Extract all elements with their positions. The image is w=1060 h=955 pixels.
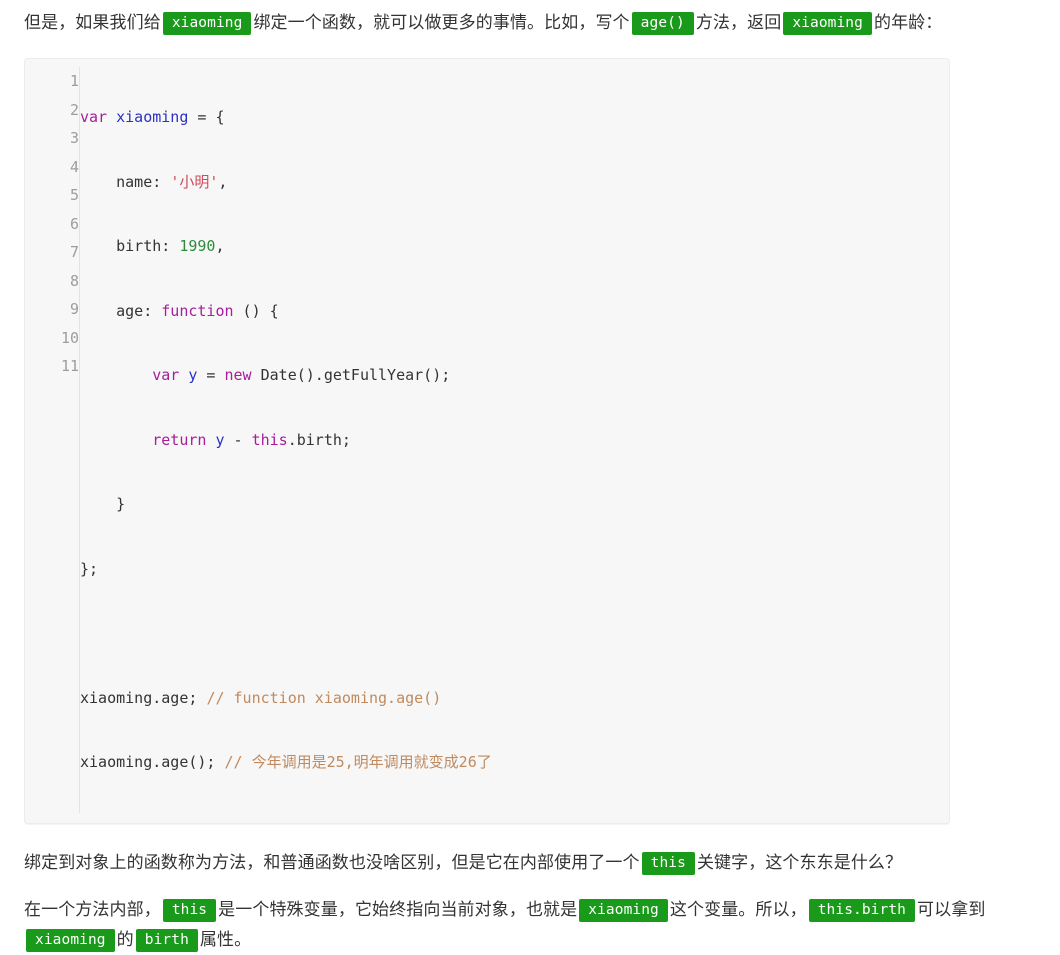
line-number: 11 <box>60 357 79 375</box>
token-plain: birth: <box>80 237 180 255</box>
line-number: 7 <box>69 243 79 261</box>
token-plain: xiaoming.age; <box>80 688 207 707</box>
inline-code-this-2: this <box>162 898 217 922</box>
paragraph-3-text-4: 可以拿到 <box>917 899 986 919</box>
token-plain: () { <box>233 301 279 320</box>
token-plain: , <box>218 172 228 191</box>
paragraph-3-text-1: 在一个方法内部， <box>24 899 161 919</box>
paragraph-3-text-2: 是一个特殊变量，它始终指向当前对象，也就是 <box>218 899 578 919</box>
token-keyword: new <box>224 366 252 384</box>
code-line-10: xiaoming.age; // function xiaoming.age() <box>80 684 949 713</box>
document-page: 但是，如果我们给 xiaoming 绑定一个函数，就可以做更多的事情。比如，写个 ag… <box>0 0 1060 955</box>
inline-code-xiaoming-3: xiaoming <box>579 898 668 922</box>
token-number: 1990 <box>179 237 216 255</box>
code-line-6: return y - this.birth; <box>80 426 949 455</box>
code-line-11: xiaoming.age(); // 今年调用是25,明年调用就变成26了 <box>80 748 949 777</box>
code-line-1: var xiaoming = { <box>80 103 949 132</box>
inline-code-xiaoming-1: xiaoming <box>162 12 252 35</box>
inline-code-this-1: this <box>641 851 695 875</box>
paragraph-method-definition: 绑定到对象上的函数称为方法，和普通函数也没啥区别，但是它在内部使用了一个 this… <box>24 824 1036 878</box>
line-number: 6 <box>69 214 79 233</box>
line-number: 5 <box>69 186 79 204</box>
token-plain: .birth; <box>287 430 351 449</box>
token-plain: = <box>197 366 225 384</box>
code-line-3: birth: 1990, <box>80 232 949 261</box>
inline-code-xiaoming-2: xiaoming <box>783 12 872 35</box>
token-keyword: var <box>152 366 180 384</box>
paragraph-1-text-3b: 回 <box>764 13 782 32</box>
code-line-8: }; <box>80 555 949 584</box>
paragraph-1-text-3: 方法，返 <box>695 13 765 32</box>
token-keyword: var <box>80 108 108 126</box>
token-plain: name: <box>80 172 171 191</box>
code-block: 1 2 3 4 5 6 7 8 9 10 11 var xiaoming = {… <box>24 58 950 824</box>
paragraph-1-text-1: 但是，如果我们给 <box>24 13 161 32</box>
paragraph-1-text-4: 的年龄： <box>873 13 943 32</box>
code-line-4: age: function () { <box>80 297 949 326</box>
inline-code-this-birth: this.birth <box>808 898 916 922</box>
inline-code-age-call: age() <box>631 12 694 35</box>
code-line-2: name: '小明', <box>80 168 949 197</box>
line-number: 10 <box>60 328 79 347</box>
paragraph-3-text-6: 属性。 <box>199 929 252 949</box>
line-number: 4 <box>69 157 79 176</box>
paragraph-3-text-5: 的 <box>116 929 134 949</box>
token-comment: // function xiaoming.age() <box>206 688 442 707</box>
token-keyword: return <box>152 430 207 449</box>
line-number: 8 <box>69 271 79 290</box>
line-number: 2 <box>69 100 79 119</box>
token-variable: xiaoming <box>116 108 189 126</box>
token-operator: - <box>224 430 252 449</box>
code-table: 1 2 3 4 5 6 7 8 9 10 11 var xiaoming = {… <box>25 67 949 813</box>
token-plain: , <box>215 237 225 255</box>
line-number: 3 <box>69 129 79 147</box>
token-variable: y <box>206 430 225 449</box>
inline-code-xiaoming-4: xiaoming <box>26 928 115 952</box>
paragraph-intro: 但是，如果我们给 xiaoming 绑定一个函数，就可以做更多的事情。比如，写个 ag… <box>24 0 1036 38</box>
paragraph-this-explanation: 在一个方法内部， this 是一个特殊变量，它始终指向当前对象，也就是 xiaomin… <box>24 878 1036 955</box>
token-variable: y <box>179 366 198 384</box>
code-line-number-gutter: 1 2 3 4 5 6 7 8 9 10 11 <box>25 67 80 813</box>
token-plain: }; <box>80 559 99 578</box>
code-line-5: var y = new Date().getFullYear(); <box>80 361 949 390</box>
token-plain: xiaoming.age(); <box>80 753 225 771</box>
code-content[interactable]: var xiaoming = { name: '小明', birth: 1990… <box>80 67 950 813</box>
paragraph-2-text-1: 绑定到对象上的函数称为方法，和普通函数也没啥区别，但是它在内部使用了一个 <box>24 852 640 872</box>
code-line-7: } <box>80 490 949 519</box>
token-plain: } <box>80 495 126 513</box>
token-keyword-this: this <box>251 430 288 449</box>
paragraph-2-text-2: 关键字，这个东东是什么？ <box>696 852 903 872</box>
token-comment: // 今年调用是25,明年调用就变成26了 <box>224 753 492 771</box>
code-row: 1 2 3 4 5 6 7 8 9 10 11 var xiaoming = {… <box>25 67 949 813</box>
token-keyword: function <box>161 301 234 320</box>
token-plain: = { <box>188 108 225 126</box>
token-plain: age: <box>80 301 162 320</box>
line-number: 9 <box>69 300 79 318</box>
line-number: 1 <box>69 72 79 90</box>
token-string: '小明' <box>170 172 219 191</box>
paragraph-1-text-2: 绑定一个函数，就可以做更多的事情。比如，写个 <box>253 13 630 32</box>
token-plain: Date().getFullYear(); <box>251 366 451 384</box>
paragraph-3-text-3: 这个变量。所以， <box>669 899 807 919</box>
inline-code-birth: birth <box>135 928 198 952</box>
